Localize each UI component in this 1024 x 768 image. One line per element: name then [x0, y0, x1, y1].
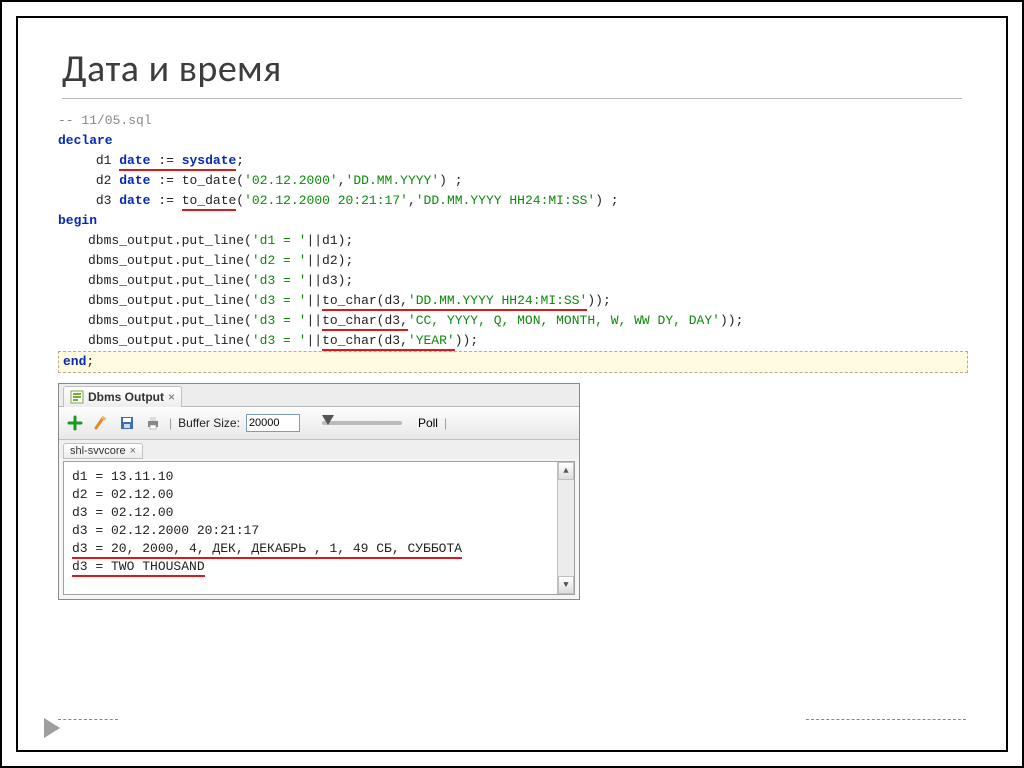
output-line: d2 = 02.12.00	[72, 486, 566, 504]
output-line: d3 = TWO THOUSAND	[72, 558, 566, 576]
scroll-down-icon[interactable]: ▼	[558, 576, 574, 594]
buffer-size-label: Buffer Size:	[178, 416, 240, 430]
var-d2: d2	[96, 173, 112, 188]
print-icon[interactable]	[143, 413, 163, 433]
footer-placeholder-right	[806, 719, 966, 720]
scrollbar[interactable]: ▲ ▼	[557, 462, 574, 594]
slide-arrow-icon	[44, 718, 60, 738]
connection-tabs: shl-svvcore ×	[59, 440, 579, 459]
save-icon[interactable]	[117, 413, 137, 433]
dbms-output-panel: Dbms Output × | Buffer Size:	[58, 383, 580, 600]
footer-placeholder-left	[58, 719, 118, 720]
slider-thumb-icon	[322, 415, 334, 425]
dbms-output-text: d1 = 13.11.10 d2 = 02.12.00 d3 = 02.12.0…	[63, 461, 575, 595]
var-d1: d1	[96, 153, 112, 168]
poll-slider[interactable]	[322, 421, 402, 425]
scroll-up-icon[interactable]: ▲	[558, 462, 574, 480]
clear-icon[interactable]	[91, 413, 111, 433]
var-d3: d3	[96, 193, 112, 208]
output-line: d3 = 02.12.2000 20:21:17	[72, 522, 566, 540]
connection-tab[interactable]: shl-svvcore ×	[63, 443, 143, 459]
code-block: -- 11/05.sql declare d1 date := sysdate;…	[58, 111, 966, 373]
close-icon[interactable]: ×	[130, 445, 136, 457]
kw-begin: begin	[58, 213, 97, 228]
dbms-output-tab[interactable]: Dbms Output ×	[63, 386, 182, 407]
code-comment: -- 11/05.sql	[58, 113, 152, 128]
add-icon[interactable]	[65, 413, 85, 433]
script-icon	[70, 390, 84, 404]
output-line: d3 = 02.12.00	[72, 504, 566, 522]
panel-titlebar: Dbms Output ×	[59, 384, 579, 407]
sep: |	[169, 416, 172, 430]
kw-declare: declare	[58, 133, 113, 148]
output-line: d1 = 13.11.10	[72, 468, 566, 486]
dbms-tab-label: Dbms Output	[88, 390, 164, 404]
highlighted-end-line: end;	[58, 351, 968, 373]
output-line: d3 = 20, 2000, 4, ДЕК, ДЕКАБРЬ , 1, 49 С…	[72, 540, 566, 558]
title-divider	[62, 98, 962, 99]
close-icon[interactable]: ×	[168, 390, 175, 404]
buffer-size-input[interactable]	[246, 414, 300, 432]
sep: |	[444, 416, 447, 430]
poll-label: Poll	[418, 416, 438, 430]
dbms-toolbar: | Buffer Size: Poll |	[59, 407, 579, 440]
slide-title: Дата и время	[62, 46, 1006, 92]
